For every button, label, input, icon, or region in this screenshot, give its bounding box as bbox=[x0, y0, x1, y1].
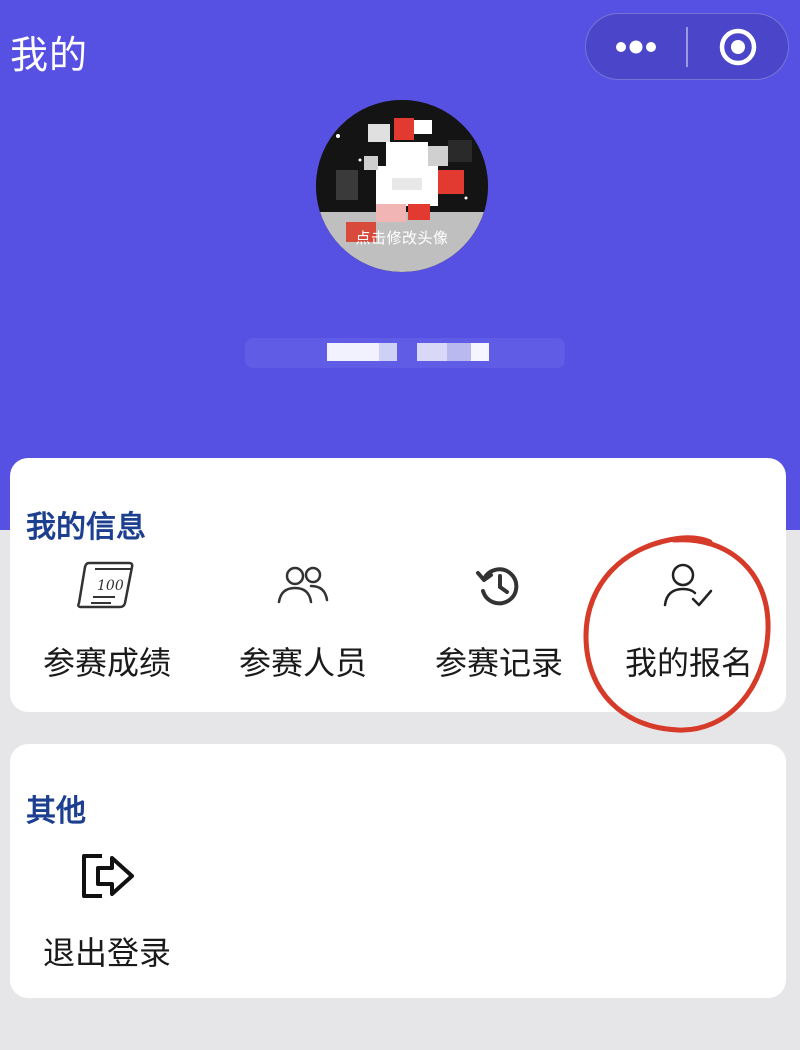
menu-item-participants[interactable]: 参赛人员 bbox=[206, 556, 400, 686]
logout-icon bbox=[75, 846, 139, 906]
page-title: 我的 bbox=[10, 33, 89, 77]
close-button[interactable] bbox=[688, 14, 789, 79]
logout-button[interactable]: 退出登录 bbox=[10, 846, 204, 976]
more-dots-icon bbox=[616, 40, 656, 53]
svg-text:100: 100 bbox=[97, 578, 124, 594]
menu-item-records[interactable]: 参赛记录 bbox=[402, 556, 596, 686]
people-icon bbox=[271, 556, 335, 616]
bottom-background bbox=[0, 1030, 800, 1050]
avatar-hint: 点击修改头像 bbox=[355, 229, 449, 247]
nickname-redacted bbox=[245, 338, 565, 368]
history-clock-icon bbox=[467, 556, 531, 616]
other-title: 其他 bbox=[26, 794, 86, 829]
logout-label: 退出登录 bbox=[42, 934, 171, 972]
more-button[interactable] bbox=[586, 14, 686, 79]
my-info-card: 我的信息 100 参赛成绩 参赛人员 参赛记录 我的报名 bbox=[10, 458, 786, 712]
mini-program-capsule bbox=[585, 13, 789, 80]
menu-item-label: 参赛记录 bbox=[434, 644, 563, 682]
score-sheet-icon: 100 bbox=[75, 556, 139, 616]
user-check-icon bbox=[657, 556, 721, 616]
menu-item-label: 我的报名 bbox=[624, 644, 753, 682]
my-info-title: 我的信息 bbox=[26, 510, 146, 545]
menu-item-label: 参赛成绩 bbox=[42, 644, 171, 682]
target-icon bbox=[719, 28, 756, 65]
other-card: 其他 退出登录 bbox=[10, 744, 786, 998]
menu-item-label: 参赛人员 bbox=[238, 644, 367, 682]
profile-page: 我的 点击修改头像 我的信息 100 参赛成绩 参赛人员 参赛记录 我的报名 其… bbox=[0, 0, 800, 1050]
menu-item-my-registration[interactable]: 我的报名 bbox=[592, 556, 786, 686]
menu-item-scores[interactable]: 100 参赛成绩 bbox=[10, 556, 204, 686]
avatar[interactable]: 点击修改头像 bbox=[316, 100, 488, 272]
